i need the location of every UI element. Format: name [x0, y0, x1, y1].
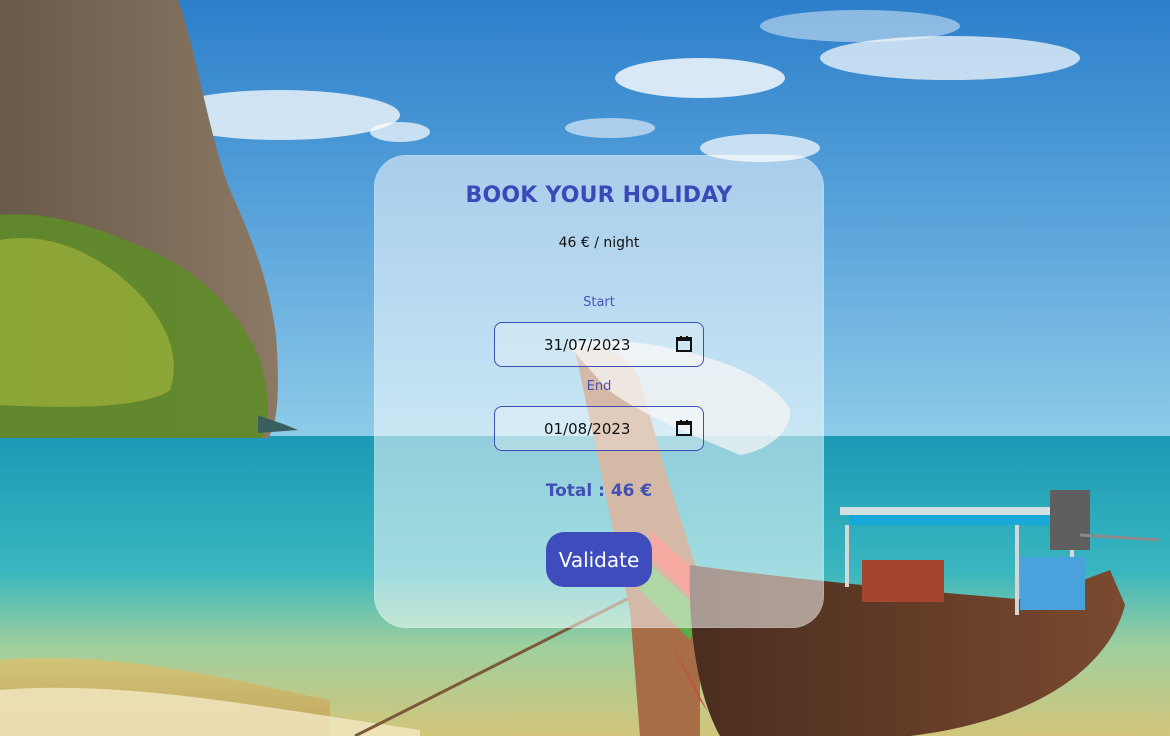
start-date-value: 31/07/2023 — [544, 336, 631, 354]
start-date-label: Start — [583, 295, 615, 310]
calendar-icon[interactable] — [675, 335, 693, 353]
end-date-input[interactable]: 01/08/2023 — [494, 406, 704, 451]
start-date-input[interactable]: 31/07/2023 — [494, 322, 704, 367]
validate-button[interactable]: Validate — [546, 532, 652, 587]
booking-title: BOOK YOUR HOLIDAY — [465, 183, 733, 208]
price-per-night: 46 € / night — [558, 235, 640, 251]
end-date-label: End — [586, 379, 612, 394]
booking-card: BOOK YOUR HOLIDAY 46 € / night Start 31/… — [374, 155, 824, 628]
calendar-icon[interactable] — [675, 419, 693, 437]
end-date-value: 01/08/2023 — [544, 420, 631, 438]
booking-total: Total : 46 € — [545, 481, 653, 501]
